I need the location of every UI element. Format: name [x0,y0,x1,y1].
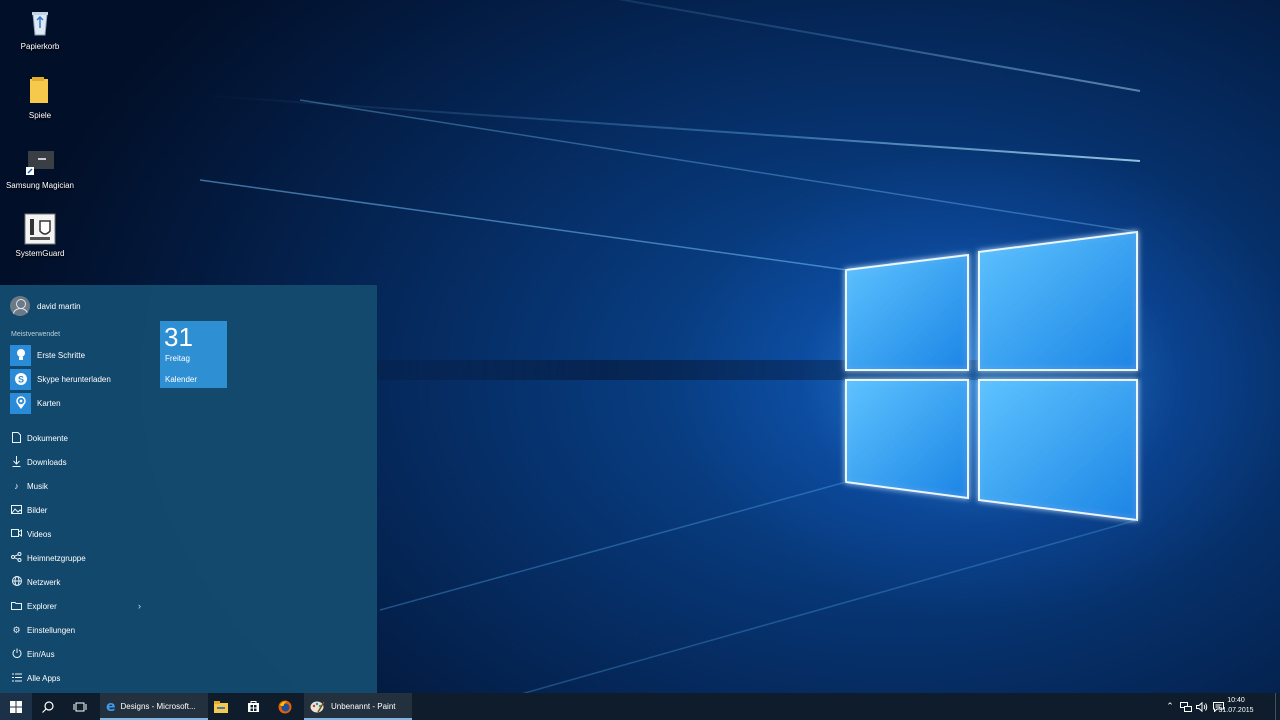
maps-icon [10,392,31,414]
start-place-label: Alle Apps [27,673,61,683]
task-view-button[interactable] [64,693,96,720]
start-place-dokumente[interactable]: Dokumente [11,431,141,445]
desktop-icon-systemguard[interactable]: SystemGuard [0,213,80,258]
start-menu-left-pane: david martin Meistverwendet Erste Schrit… [0,285,150,693]
start-place-label: Explorer [27,601,57,611]
speaker-icon [1196,701,1208,712]
taskbar-pinned-firefox[interactable] [270,693,300,720]
start-place-label: Musik [27,481,48,491]
taskbar-app-edge[interactable]: e Designs - Microsoft... [100,693,208,720]
calendar-tile-app-name: Kalender [165,375,198,384]
network-tray-button[interactable] [1179,693,1193,720]
download-icon [11,455,22,469]
user-avatar-icon [10,296,30,316]
start-place-heimnetzgruppe[interactable]: Heimnetzgruppe [11,551,141,565]
taskbar-clock[interactable]: 10:40 31.07.2015 [1216,696,1256,716]
taskbar-app-paint[interactable]: Unbenannt - Paint [304,693,412,720]
skype-icon: S [10,368,31,390]
start-place-bilder[interactable]: Bilder [11,503,141,517]
start-place-label: Heimnetzgruppe [27,553,86,563]
windows-start-icon [10,700,22,713]
svg-text:S: S [17,375,23,385]
chevron-up-icon: ⌃ [1166,701,1174,711]
search-button[interactable] [32,693,64,720]
lightbulb-icon [10,344,31,366]
show-desktop-button[interactable] [1275,693,1280,720]
pictures-icon [11,504,22,516]
start-place-alle-apps[interactable]: Alle Apps [11,671,141,685]
most-used-item-skype[interactable]: S Skype herunterladen [10,368,111,390]
start-place-explorer[interactable]: Explorer › [11,599,141,613]
chevron-right-icon[interactable]: › [138,601,141,611]
start-place-einstellungen[interactable]: ⚙ Einstellungen [11,623,141,637]
start-place-label: Netzwerk [27,577,61,587]
desktop-icon-spiele[interactable]: Spiele [0,75,80,120]
start-place-label: Dokumente [27,433,68,443]
wallpaper-ray [250,360,1140,380]
desktop[interactable]: Papierkorb Spiele Samsung Magician Syste… [0,0,1280,720]
music-icon: ♪ [14,481,19,491]
samsung-magician-icon [24,145,56,177]
homegroup-icon [11,552,22,564]
start-place-musik[interactable]: ♪ Musik [11,479,141,493]
edge-icon: e [106,698,116,715]
taskbar-pinned-store[interactable] [238,693,268,720]
explorer-icon [11,601,22,612]
most-used-item-label: Erste Schritte [37,350,86,360]
desktop-icon-label: Papierkorb [20,42,60,51]
network-tray-icon [1180,701,1192,712]
document-icon [11,431,22,445]
calendar-tile-date: 31 [164,322,193,352]
gear-icon: ⚙ [12,624,21,635]
calendar-tile-weekday: Freitag [165,354,190,363]
start-place-videos[interactable]: Videos [11,527,141,541]
start-place-label: Einstellungen [27,625,76,635]
start-place-netzwerk[interactable]: Netzwerk [11,575,141,589]
search-icon [42,700,54,713]
firefox-icon [278,700,292,713]
desktop-icon-label: Spiele [28,111,52,120]
taskbar-app-label: Designs - Microsoft... [120,702,196,711]
start-button[interactable] [0,693,32,720]
taskbar-app-label: Unbenannt - Paint [331,702,396,711]
show-hidden-icons-button[interactable]: ⌃ [1163,693,1177,720]
most-used-item-karten[interactable]: Karten [10,392,61,414]
systemguard-icon [24,213,56,245]
network-icon [11,576,22,588]
start-place-label: Ein/Aus [27,649,55,659]
start-place-power[interactable]: Ein/Aus [11,647,141,661]
folder-icon [24,75,56,107]
calendar-tile[interactable]: 31 Freitag Kalender [160,321,227,388]
user-account[interactable]: david martin [10,296,81,316]
wallpaper-ray [312,0,1141,92]
store-icon [247,701,259,712]
paint-icon [310,701,325,713]
most-used-item-label: Skype herunterladen [37,374,111,384]
recycle-bin-icon [24,6,56,38]
start-menu: david martin Meistverwendet Erste Schrit… [0,285,377,693]
start-place-label: Videos [27,529,52,539]
volume-tray-button[interactable] [1195,693,1209,720]
desktop-icon-recycle-bin[interactable]: Papierkorb [0,6,80,51]
all-apps-icon [11,673,22,684]
taskbar-pinned-file-explorer[interactable] [206,693,236,720]
most-used-item-label: Karten [37,398,61,408]
taskbar: e Designs - Microsoft... Unbenannt - Pai… [0,693,1280,720]
task-view-icon [73,702,87,711]
start-place-downloads[interactable]: Downloads [11,455,141,469]
desktop-icon-label: Samsung Magician [5,181,75,190]
user-name: david martin [37,301,81,311]
desktop-icon-label: SystemGuard [15,249,65,258]
start-place-label: Downloads [27,457,67,467]
most-used-item-erste-schritte[interactable]: Erste Schritte [10,344,85,366]
most-used-heading: Meistverwendet [11,331,61,338]
desktop-icon-samsung-magician[interactable]: Samsung Magician [0,145,80,190]
file-explorer-icon [214,700,228,713]
wallpaper-ray [202,94,1141,162]
power-icon [11,648,22,660]
start-place-label: Bilder [27,505,48,515]
video-icon [11,529,22,539]
clock-date: 31.07.2015 [1218,707,1254,714]
clock-time: 10:40 [1227,697,1245,704]
